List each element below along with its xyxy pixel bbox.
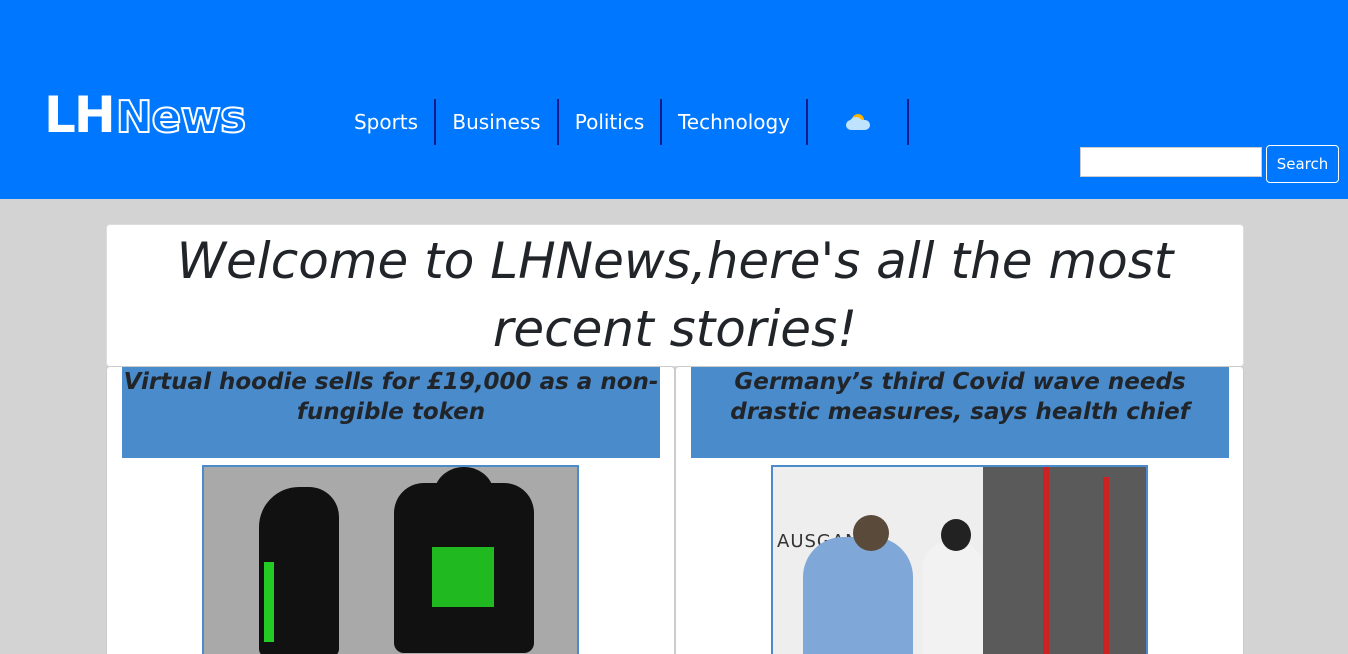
health-worker (803, 537, 913, 654)
nav-item-weather[interactable] (808, 99, 909, 145)
site-logo[interactable]: LH News (44, 84, 248, 144)
covid-test-photo: AUSGANG (773, 467, 1146, 654)
nav-item-label: Technology (677, 110, 791, 134)
hoodie-sleeve-print (264, 562, 274, 642)
nav-item-label: Politics (574, 110, 645, 134)
story-headline[interactable]: Germany’s third Covid wave needs drastic… (691, 367, 1229, 458)
welcome-banner: Welcome to LHNews,here's all the most re… (106, 224, 1244, 367)
search-input[interactable] (1080, 147, 1262, 177)
story-image-hoodie[interactable] (202, 465, 579, 654)
story-card[interactable]: Germany’s third Covid wave needs drastic… (675, 366, 1244, 654)
story-image-covid[interactable]: AUSGANG (771, 465, 1148, 654)
story-card[interactable]: Virtual hoodie sells for £19,000 as a no… (106, 366, 675, 654)
story-card-header: Virtual hoodie sells for £19,000 as a no… (122, 367, 660, 458)
hoodie-photo (204, 467, 577, 654)
nav-item-sports[interactable]: Sports (338, 99, 436, 145)
hoodie-graphic-print (432, 547, 494, 607)
patient-head (941, 519, 971, 551)
bus-interior (983, 467, 1146, 654)
bus-pole (1103, 477, 1109, 654)
search-button[interactable]: Search (1266, 145, 1339, 183)
patient (923, 542, 983, 654)
health-worker-head (853, 515, 889, 551)
nav-item-business[interactable]: Business (436, 99, 559, 145)
welcome-heading: Welcome to LHNews,here's all the most re… (176, 232, 1174, 358)
nav-item-label: Business (452, 110, 541, 134)
partly-cloudy-icon (844, 112, 872, 132)
top-navbar: LH News Sports Business Politics Technol… (0, 0, 1348, 199)
story-headline[interactable]: Virtual hoodie sells for £19,000 as a no… (122, 367, 660, 458)
nav-item-technology[interactable]: Technology (662, 99, 808, 145)
logo-text-news: News (115, 92, 248, 143)
main-nav: Sports Business Politics Technology (338, 99, 909, 145)
nav-item-label: Sports (353, 110, 419, 134)
logo-text-lh: LH (44, 86, 116, 144)
bus-pole (1043, 467, 1049, 654)
story-card-header: Germany’s third Covid wave needs drastic… (691, 367, 1229, 458)
nav-item-politics[interactable]: Politics (559, 99, 662, 145)
